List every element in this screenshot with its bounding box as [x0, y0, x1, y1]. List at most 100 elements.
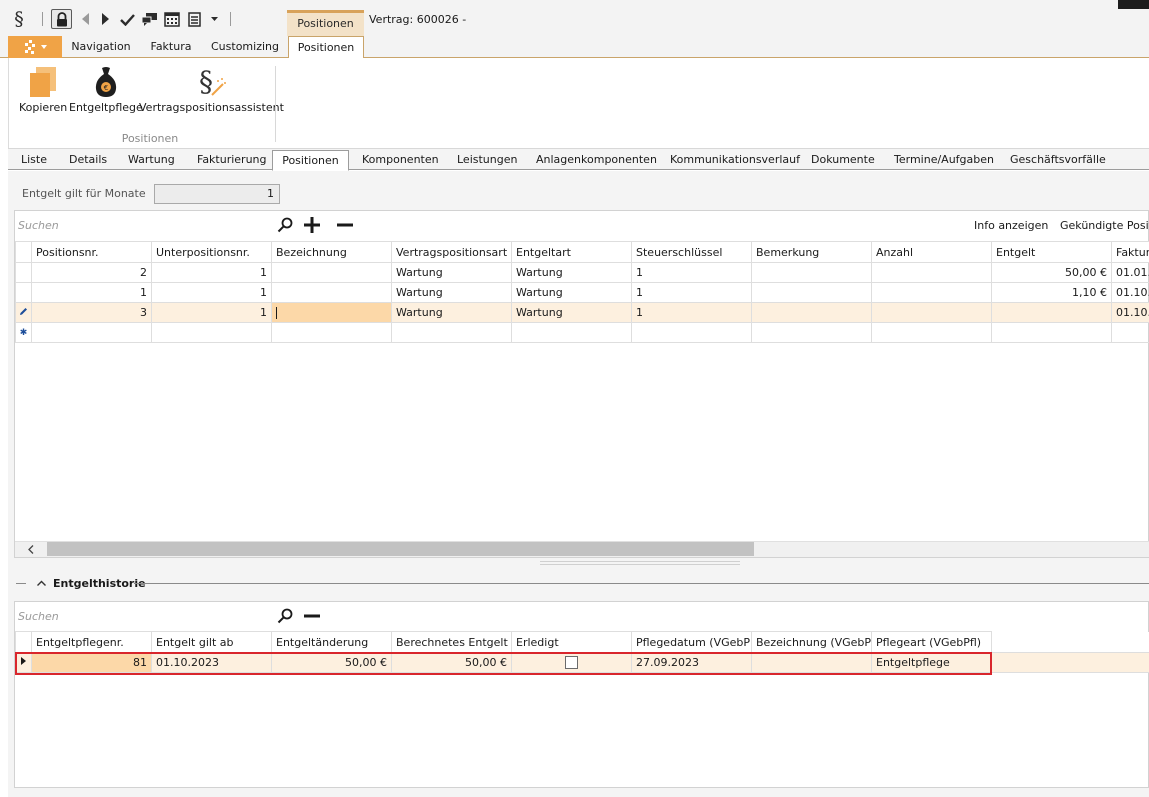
table-cell[interactable]: 1: [31, 282, 152, 303]
scroll-left-icon[interactable]: [15, 541, 47, 557]
table-cell[interactable]: [31, 322, 152, 343]
column-header[interactable]: Bezeichnung (VGebPfl): [751, 631, 872, 653]
table-cell[interactable]: Wartung: [511, 262, 632, 283]
table-cell[interactable]: [271, 282, 392, 303]
new-row-asterisk-icon[interactable]: ✱: [15, 322, 32, 343]
kopieren-button[interactable]: Kopieren: [19, 64, 67, 114]
positions-search-input[interactable]: Suchen: [18, 219, 59, 232]
table-cell[interactable]: 1: [151, 282, 272, 303]
table-cell[interactable]: Wartung: [391, 282, 512, 303]
tab-komponenten[interactable]: Komponenten: [362, 150, 439, 170]
splitter-handle[interactable]: [540, 561, 740, 565]
tab-kommunikationsverlauf[interactable]: Kommunikationsverlauf: [670, 150, 800, 170]
tab-leistungen[interactable]: Leistungen: [457, 150, 517, 170]
table-cell[interactable]: 01.10.2: [1111, 302, 1149, 323]
search-icon[interactable]: [276, 607, 294, 625]
bezeichnung-edit-cell[interactable]: [271, 302, 392, 323]
info-anzeigen-button[interactable]: Info anzeigen: [974, 219, 1048, 232]
add-icon[interactable]: [302, 215, 322, 235]
tab-termine-aufgaben[interactable]: Termine/Aufgaben: [894, 150, 994, 170]
calendar-icon[interactable]: [164, 9, 180, 29]
dropdown-arrow-icon[interactable]: [209, 9, 219, 29]
tab-positionen[interactable]: Positionen: [272, 150, 349, 171]
history-search-input[interactable]: Suchen: [18, 610, 59, 623]
tab-wartung[interactable]: Wartung: [128, 150, 175, 170]
table-cell[interactable]: [751, 262, 872, 283]
entgeltpflege-button[interactable]: € Entgeltpflege: [69, 64, 143, 114]
table-cell[interactable]: [871, 322, 992, 343]
tab-anlagenkomponenten[interactable]: Anlagenkomponenten: [536, 150, 657, 170]
ribbon-tab-navigation[interactable]: Navigation: [66, 36, 136, 58]
back-icon[interactable]: [79, 9, 91, 29]
table-row-selected[interactable]: 3 1 Wartung Wartung 1 01.10.2: [15, 302, 1149, 323]
column-header[interactable]: Pflegedatum (VGebP…: [631, 631, 752, 653]
table-cell[interactable]: [511, 322, 632, 343]
column-header[interactable]: Steuerschlüssel: [631, 241, 752, 263]
column-header[interactable]: Entgeltpflegenr.: [31, 631, 152, 653]
table-row[interactable]: 1 1 Wartung Wartung 1 1,10 € 01.10.2: [15, 282, 1149, 303]
ribbon-tab-customizing[interactable]: Customizing: [206, 36, 284, 58]
table-cell[interactable]: [271, 262, 392, 283]
table-row[interactable]: 2 1 Wartung Wartung 1 50,00 € 01.01.2: [15, 262, 1149, 283]
check-icon[interactable]: [119, 9, 135, 29]
table-cell[interactable]: 1: [631, 262, 752, 283]
comments-icon[interactable]: [141, 9, 158, 29]
column-header[interactable]: Entgeltänderung: [271, 631, 392, 653]
table-cell[interactable]: [991, 302, 1112, 323]
tab-liste[interactable]: Liste: [21, 150, 47, 170]
column-header[interactable]: Unterpositionsnr.: [151, 241, 272, 263]
column-header[interactable]: Berechnetes Entgelt: [391, 631, 512, 653]
table-cell[interactable]: [1111, 322, 1149, 343]
column-header[interactable]: Fakturi: [1111, 241, 1149, 263]
table-cell[interactable]: [631, 322, 752, 343]
row-indicator[interactable]: [15, 262, 32, 283]
column-header[interactable]: Bezeichnung: [271, 241, 392, 263]
table-cell[interactable]: Wartung: [511, 302, 632, 323]
tab-fakturierung[interactable]: Fakturierung: [197, 150, 267, 170]
table-cell[interactable]: 2: [31, 262, 152, 283]
list-icon[interactable]: [187, 9, 202, 29]
window-control[interactable]: [1118, 0, 1149, 9]
column-header[interactable]: Vertragspositionsart: [391, 241, 512, 263]
tab-details[interactable]: Details: [69, 150, 107, 170]
column-header[interactable]: Pflegeart (VGebPfl): [871, 631, 992, 653]
table-cell[interactable]: 1: [151, 302, 272, 323]
forward-icon[interactable]: [99, 9, 111, 29]
column-header[interactable]: Bemerkung: [751, 241, 872, 263]
column-header[interactable]: Anzahl: [871, 241, 992, 263]
table-cell[interactable]: [991, 322, 1112, 343]
edit-pencil-icon[interactable]: [15, 302, 32, 323]
table-cell[interactable]: [871, 302, 992, 323]
column-header[interactable]: Positionsnr.: [31, 241, 152, 263]
table-cell[interactable]: 1,10 €: [991, 282, 1112, 303]
table-cell[interactable]: [871, 282, 992, 303]
tab-dokumente[interactable]: Dokumente: [811, 150, 875, 170]
table-cell[interactable]: 01.01.2: [1111, 262, 1149, 283]
table-cell[interactable]: [751, 322, 872, 343]
lock-icon[interactable]: [51, 9, 72, 29]
table-row-new[interactable]: ✱: [15, 322, 1149, 343]
table-cell[interactable]: [751, 302, 872, 323]
vertragspositionsassistent-button[interactable]: § Vertragspositionsassistent: [139, 64, 284, 114]
column-header[interactable]: Entgelt gilt ab: [151, 631, 272, 653]
remove-icon[interactable]: [335, 215, 355, 235]
remove-icon[interactable]: [302, 606, 322, 626]
table-cell[interactable]: [751, 282, 872, 303]
table-cell[interactable]: 1: [151, 262, 272, 283]
table-cell[interactable]: [871, 262, 992, 283]
table-cell[interactable]: [391, 322, 512, 343]
entgelt-monate-field[interactable]: 1: [154, 184, 280, 204]
column-header[interactable]: Erledigt: [511, 631, 632, 653]
table-cell[interactable]: 50,00 €: [991, 262, 1112, 283]
table-cell[interactable]: [271, 322, 392, 343]
ribbon-tab-positionen[interactable]: Positionen: [288, 36, 364, 59]
ribbon-tab-faktura[interactable]: Faktura: [142, 36, 200, 58]
table-cell[interactable]: Wartung: [391, 262, 512, 283]
chevron-up-icon[interactable]: [35, 576, 47, 590]
scrollbar-thumb[interactable]: [47, 542, 754, 556]
table-cell[interactable]: Wartung: [511, 282, 632, 303]
gekuendigte-positionen-button[interactable]: Gekündigte Positi: [1060, 219, 1149, 232]
paragraph-icon[interactable]: §: [10, 8, 28, 30]
column-header[interactable]: Entgeltart: [511, 241, 632, 263]
search-icon[interactable]: [276, 216, 294, 234]
